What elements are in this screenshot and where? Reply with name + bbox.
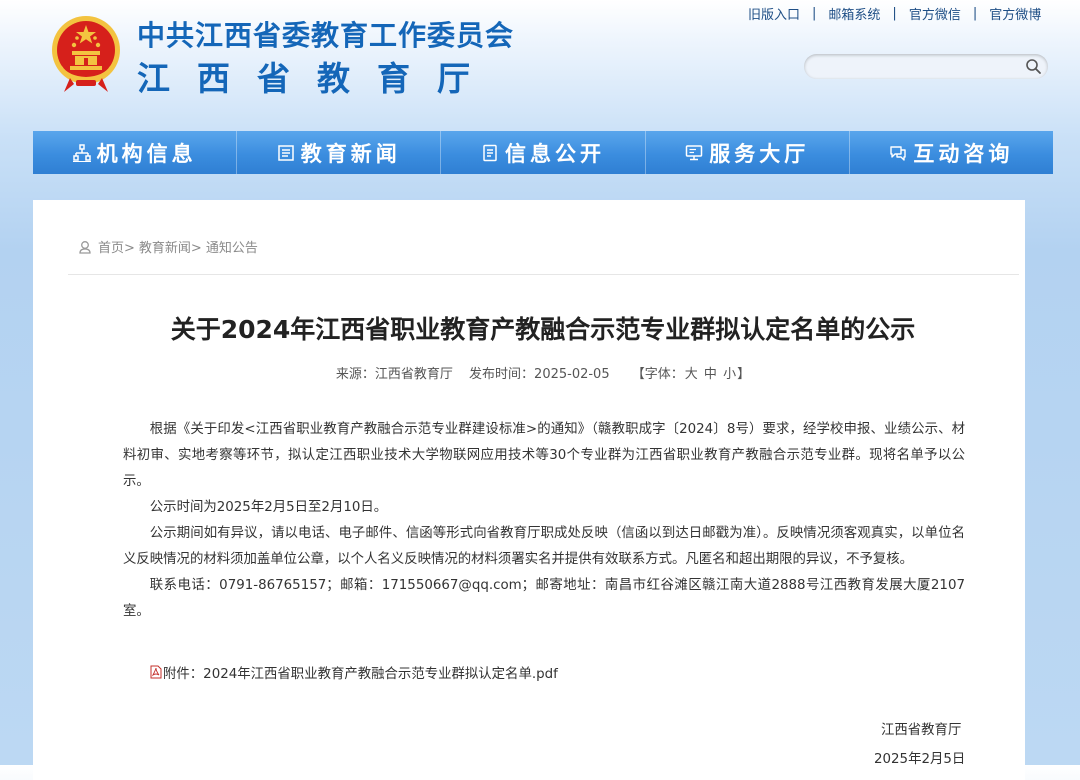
official-weibo-link[interactable]: 官方微博 xyxy=(989,4,1041,23)
font-size-large-button[interactable]: 大 xyxy=(685,367,698,382)
link-separator: | xyxy=(892,5,897,21)
article-paragraph: 联系电话：0791-86765157；邮箱：171550667@qq.com；邮… xyxy=(123,578,965,619)
article-date: 发布时间：2025-02-05 xyxy=(469,367,610,382)
nav-item-interactive-consult[interactable]: 互动咨询 xyxy=(850,131,1053,174)
link-separator: | xyxy=(972,5,978,21)
breadcrumb-home[interactable]: 首页> xyxy=(98,237,135,256)
official-wechat-link[interactable]: 官方微信 xyxy=(909,4,961,23)
org-chart-icon xyxy=(72,143,91,162)
top-links-bar: 旧版入口 | 邮箱系统 | 官方微信 | 官方微博 xyxy=(748,4,1068,23)
site-title-department: 江西省教育厅 xyxy=(137,59,497,98)
search-icon[interactable] xyxy=(1025,58,1042,75)
chat-icon xyxy=(890,145,907,161)
site-header: 中共江西省委教育工作委员会 江西省教育厅 旧版入口 | 邮箱系统 | 官方微信 … xyxy=(0,0,1080,130)
breadcrumb-notices[interactable]: 通知公告 xyxy=(206,237,258,256)
mail-system-link[interactable]: 邮箱系统 xyxy=(828,4,880,23)
national-emblem-icon xyxy=(52,16,120,92)
pdf-icon xyxy=(150,665,162,679)
article-meta: 来源：江西省教育厅 发布时间：2025-02-05 【字体：大 中 小】 xyxy=(33,363,1053,382)
signature-date: 2025年2月5日 xyxy=(874,752,966,767)
font-size-medium-button[interactable]: 中 xyxy=(704,367,717,382)
nav-item-org-info[interactable]: 机构信息 xyxy=(33,131,238,174)
nav-item-info-disclosure[interactable]: 信息公开 xyxy=(441,131,646,174)
search-box xyxy=(804,54,1048,79)
article-body: 根据《关于印发<江西省职业教育产教融合示范专业群建设标准>的通知》（赣教职成字〔… xyxy=(123,417,965,625)
nav-item-label: 教育新闻 xyxy=(300,141,401,166)
nav-item-label: 服务大厅 xyxy=(709,141,810,166)
signature-org: 江西省教育厅 xyxy=(881,723,962,738)
article-title: 关于2024年江西省职业教育产教融合示范专业群拟认定名单的公示 xyxy=(170,315,916,344)
breadcrumb-education-news[interactable]: 教育新闻> xyxy=(139,237,202,256)
monitor-icon xyxy=(685,144,703,160)
font-size-control: 【字体：大 中 小】 xyxy=(632,367,750,382)
old-version-link[interactable]: 旧版入口 xyxy=(748,4,800,23)
nav-item-label: 信息公开 xyxy=(505,141,605,166)
article-paragraph: 公示期间如有异议，请以电话、电子邮件、信函等形式向省教育厅职成处反映（信函以到达… xyxy=(123,526,965,567)
location-icon xyxy=(79,240,91,254)
nav-item-service-hall[interactable]: 服务大厅 xyxy=(646,131,850,174)
article-card: 首页> 教育新闻> 通知公告 关于2024年江西省职业教育产教融合示范专业群拟认… xyxy=(33,200,1025,780)
article-paragraph: 根据《关于印发<江西省职业教育产教融合示范专业群建设标准>的通知》（赣教职成字〔… xyxy=(123,422,965,489)
font-size-bracket: 】 xyxy=(737,367,751,382)
news-icon xyxy=(278,144,294,161)
breadcrumb-divider xyxy=(68,274,1019,275)
main-nav: 机构信息 教育新闻 信息公开 服务大厅 互动咨询 xyxy=(33,131,1053,174)
document-icon xyxy=(483,144,497,161)
article-paragraph: 公示时间为2025年2月5日至2月10日。 xyxy=(149,500,388,515)
site-title-committee: 中共江西省委教育工作委员会 xyxy=(137,19,515,52)
search-input[interactable] xyxy=(816,57,1020,77)
attachment-link[interactable]: 附件：2024年江西省职业教育产教融合示范专业群拟认定名单.pdf xyxy=(150,662,558,682)
nav-item-label: 机构信息 xyxy=(96,141,197,166)
attachment-label: 附件：2024年江西省职业教育产教融合示范专业群拟认定名单.pdf xyxy=(163,667,558,682)
nav-item-education-news[interactable]: 教育新闻 xyxy=(237,131,442,174)
breadcrumb: 首页> 教育新闻> 通知公告 xyxy=(78,237,258,256)
link-separator: | xyxy=(812,5,817,21)
font-size-small-button[interactable]: 小 xyxy=(723,367,736,382)
nav-item-label: 互动咨询 xyxy=(913,141,1014,166)
article-source: 来源：江西省教育厅 xyxy=(335,367,453,382)
font-size-label: 【字体： xyxy=(631,367,684,382)
